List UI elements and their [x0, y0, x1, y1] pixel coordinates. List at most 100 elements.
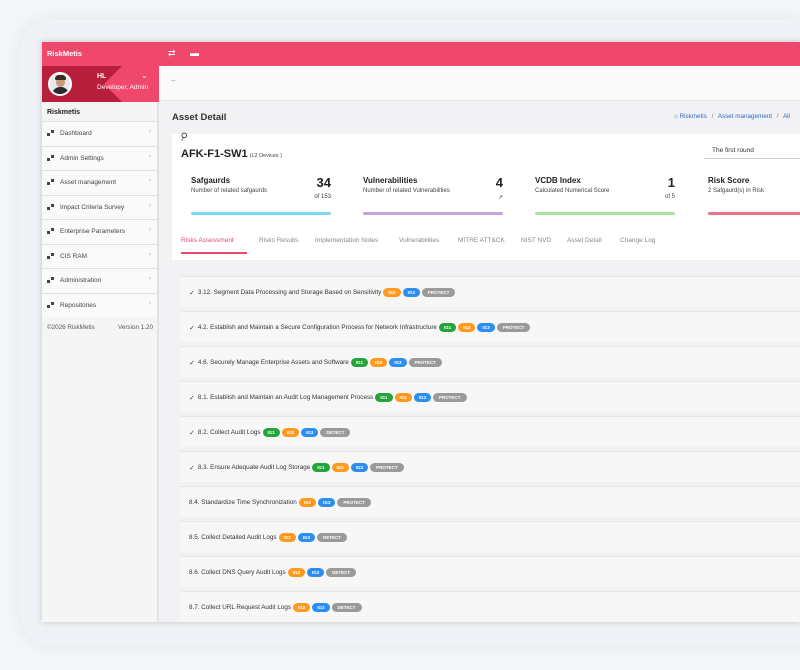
function-badge: DETECT: [317, 533, 348, 542]
card-icon[interactable]: ▬: [190, 48, 199, 58]
chevron-right-icon: ›: [149, 129, 151, 135]
ig-badge: IG1: [438, 323, 457, 332]
tab-risks-assessment[interactable]: Risks Assessment: [181, 237, 234, 244]
safeguard-content: ✓ 3.12. Segment Data Processing and Stora…: [189, 288, 456, 297]
safeguard-label: 8.5. Collect Detailed Audit Logs: [189, 534, 277, 541]
stat-risk-score: Risk Score 2 Safgaurd(s) in Risk: [708, 176, 800, 226]
paperclip-icon: ⌕: [177, 126, 192, 146]
safeguard-row[interactable]: ✓ 8.1. Establish and Maintain an Audit Lo…: [180, 381, 800, 412]
ig-badge: IG3: [389, 358, 407, 367]
brand-logo[interactable]: RiskMetis: [47, 49, 82, 58]
safeguard-label: 8.7. Collect URL Request Audit Logs: [189, 604, 291, 611]
asset-name-text: AFK-F1-SW1: [181, 148, 248, 160]
safeguard-content: 8.4. Standardize Time Synchronization IG2…: [189, 498, 371, 507]
ig-badge: IG2: [287, 568, 305, 577]
stat-bar: [363, 212, 503, 215]
safeguard-row[interactable]: ✓ 8.2. Collect Audit Logs IG1 IG2 IG3 DETECT: [180, 416, 800, 447]
menu-grid-icon: [47, 277, 54, 283]
ig-badge: IG1: [375, 393, 393, 402]
stat-of: of 153: [314, 194, 331, 200]
safeguard-row[interactable]: ✓ 4.6. Securely Manage Enterprise Assets …: [180, 346, 800, 377]
breadcrumb-separator: /: [711, 113, 714, 120]
sidebar-item-admin-settings[interactable]: Admin Settings ›: [42, 145, 157, 170]
sidebar-item-cis-ram[interactable]: CIS RAM ›: [42, 243, 157, 268]
user-initials: HL: [97, 73, 107, 80]
function-badge: PROTECT: [337, 498, 371, 507]
safeguard-row[interactable]: 8.6. Collect DNS Query Audit Logs IG2 IG3 D…: [180, 556, 800, 587]
home-icon[interactable]: ⌂: [674, 113, 678, 120]
stat-bar: [708, 212, 800, 215]
sub-header: –: [159, 66, 800, 101]
sidebar-item-dashboard[interactable]: Dashboard ›: [42, 121, 157, 146]
stat-title: Risk Score: [708, 176, 750, 185]
subheader-dash: –: [171, 76, 176, 85]
sidebar-item-impact-criteria-survey[interactable]: Impact Criteria Survey ›: [42, 194, 157, 219]
sidebar-item-administration[interactable]: Administration ›: [42, 268, 157, 293]
stat-subtitle: Number of related safgaurds: [191, 188, 268, 194]
safeguard-row[interactable]: 8.7. Collect URL Request Audit Logs IG2 IG…: [180, 591, 800, 622]
tab-implementation-notes[interactable]: Implementation Notes: [315, 237, 378, 244]
safeguard-label: 8.6. Collect DNS Query Audit Logs: [189, 569, 286, 576]
safeguard-row[interactable]: 8.4. Standardize Time Synchronization IG2…: [180, 486, 800, 517]
sidebar-item-enterprise-parameters[interactable]: Enterprise Parameters ›: [42, 219, 157, 244]
stat-title: Safgaurds: [191, 176, 231, 185]
tab-nist-nvd[interactable]: NIST NVD: [521, 237, 551, 244]
tab-vulnerabilities[interactable]: Vulnerabilities: [399, 237, 439, 244]
safeguard-row[interactable]: ✓ 4.2. Establish and Maintain a Secure Co…: [180, 311, 800, 342]
sidebar-item-label: Enterprise Parameters: [60, 228, 126, 235]
ig-badge: IG2: [370, 358, 388, 367]
user-panel[interactable]: HL Developer, Admin ⌄: [42, 66, 159, 102]
safeguard-row[interactable]: 8.5. Collect Detailed Audit Logs IG2 IG3 DE…: [180, 521, 800, 552]
tab-mitre-attack[interactable]: MITRE ATT&CK: [458, 237, 505, 244]
tab-asset-detail[interactable]: Asset Detail: [567, 237, 602, 244]
sidebar-item-asset-management[interactable]: Asset management ›: [42, 170, 157, 195]
stat-vulnerabilities: Vulnerabilities Number of related Vulner…: [363, 175, 503, 226]
breadcrumb-item-riskmetis[interactable]: Riskmetis: [680, 113, 707, 120]
sidebar-item-label: Asset management: [60, 179, 117, 186]
ig-badge: IG3: [477, 323, 495, 332]
sidebar-item-label: Dashboard: [60, 130, 92, 137]
chevron-right-icon: ›: [149, 202, 151, 209]
menu-grid-icon: [47, 154, 54, 161]
active-tab-indicator: [181, 252, 247, 254]
function-badge: PROTECT: [370, 463, 404, 472]
function-badge: PROTECT: [408, 358, 443, 367]
breadcrumb-item-asset-management[interactable]: Asset management: [718, 113, 772, 120]
menu-grid-icon: [47, 130, 54, 136]
safeguard-content: ✓ 8.1. Establish and Maintain an Audit Lo…: [189, 393, 467, 402]
tab-risks-results[interactable]: Risks Results: [259, 237, 298, 244]
round-select[interactable]: The first round: [704, 143, 800, 159]
sidebar-item-repositories[interactable]: Repositories ›: [42, 292, 157, 317]
asset-name: AFK-F1-SW1 (L2 Devices ): [181, 148, 282, 160]
stat-safeguards: Safgaurds Number of related safgaurds 34…: [191, 175, 331, 226]
chevron-down-icon[interactable]: ⌄: [141, 71, 148, 80]
safeguard-list: ✓ 3.12. Segment Data Processing and Stora…: [180, 276, 800, 622]
stat-value: 34: [316, 175, 331, 190]
stat-subtitle: Number of related Vulnerabilities: [363, 188, 450, 194]
trend-up-icon: ↗: [497, 195, 503, 201]
shuffle-icon[interactable]: ⇄: [168, 48, 176, 59]
user-role: Developer, Admin: [97, 84, 148, 91]
function-badge: DETECT: [326, 568, 357, 577]
check-icon: ✓: [189, 359, 195, 367]
safeguard-row[interactable]: ✓ 3.12. Segment Data Processing and Stora…: [180, 276, 800, 307]
tab-change-log[interactable]: Change Log: [620, 237, 655, 244]
safeguard-row[interactable]: ✓ 8.3. Ensure Adequate Audit Log Storage I…: [180, 451, 800, 482]
safeguard-label: 4.2. Establish and Maintain a Secure Con…: [197, 324, 437, 331]
ig-badge: IG3: [297, 533, 316, 542]
breadcrumb-item-all[interactable]: All: [783, 113, 790, 120]
function-badge: DETECT: [320, 428, 351, 437]
menu-grid-icon: [47, 179, 54, 185]
chevron-right-icon: ›: [149, 276, 151, 282]
app-window: RiskMetis ⇄ ▬ HL Developer, Admin ⌄ Risk…: [42, 42, 800, 622]
check-icon: ✓: [189, 289, 195, 297]
ig-badge: IG1: [350, 358, 368, 367]
breadcrumb-separator: /: [776, 113, 779, 120]
function-badge: DETECT: [331, 603, 362, 612]
stat-value: 1: [667, 175, 675, 190]
stat-of: of 5: [664, 194, 675, 200]
page-title: Asset Detail: [172, 112, 227, 123]
ig-badge: IG2: [383, 288, 401, 297]
safeguard-label: 3.12. Segment Data Processing and Storag…: [197, 289, 382, 296]
check-icon: ✓: [189, 394, 195, 402]
